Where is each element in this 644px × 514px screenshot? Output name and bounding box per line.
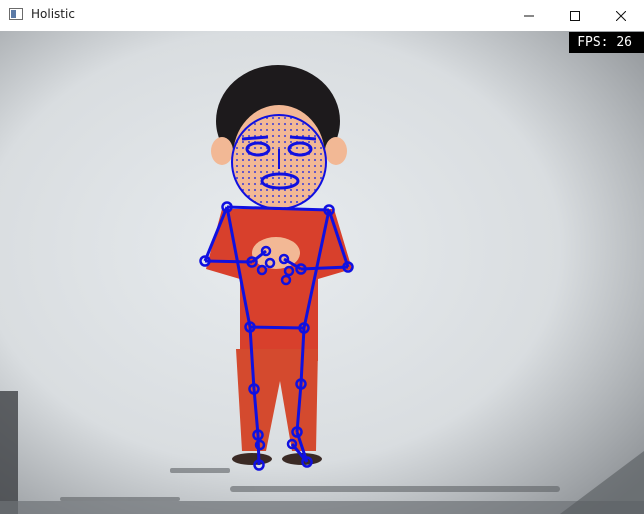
- app-icon: [9, 8, 23, 20]
- maximize-icon: [570, 10, 580, 21]
- left-shoe: [232, 453, 272, 465]
- dark-edge-bottom: [0, 501, 644, 514]
- pose-hip-line: [249, 325, 305, 330]
- close-button[interactable]: [598, 0, 644, 31]
- minimize-button[interactable]: [506, 0, 552, 31]
- camera-view: FPS: 26: [0, 31, 644, 514]
- title-bar[interactable]: Holistic: [0, 0, 644, 31]
- fps-counter: FPS: 26: [569, 32, 644, 53]
- minimize-icon: [524, 15, 534, 16]
- face-mesh-left-brow: [241, 135, 269, 141]
- left-ear: [211, 137, 233, 165]
- maximize-button[interactable]: [552, 0, 598, 31]
- dark-edge-left: [0, 391, 18, 514]
- pose-right-forearm: [300, 265, 349, 271]
- camera-frame: [0, 31, 644, 514]
- pose-left-forearm: [204, 259, 253, 264]
- face-mesh: [231, 114, 327, 210]
- close-icon: [616, 10, 626, 21]
- face-mesh-right-brow: [289, 135, 317, 141]
- right-ear: [325, 137, 347, 165]
- app-window: Holistic FPS: 26: [0, 0, 644, 514]
- window-title: Holistic: [31, 7, 75, 21]
